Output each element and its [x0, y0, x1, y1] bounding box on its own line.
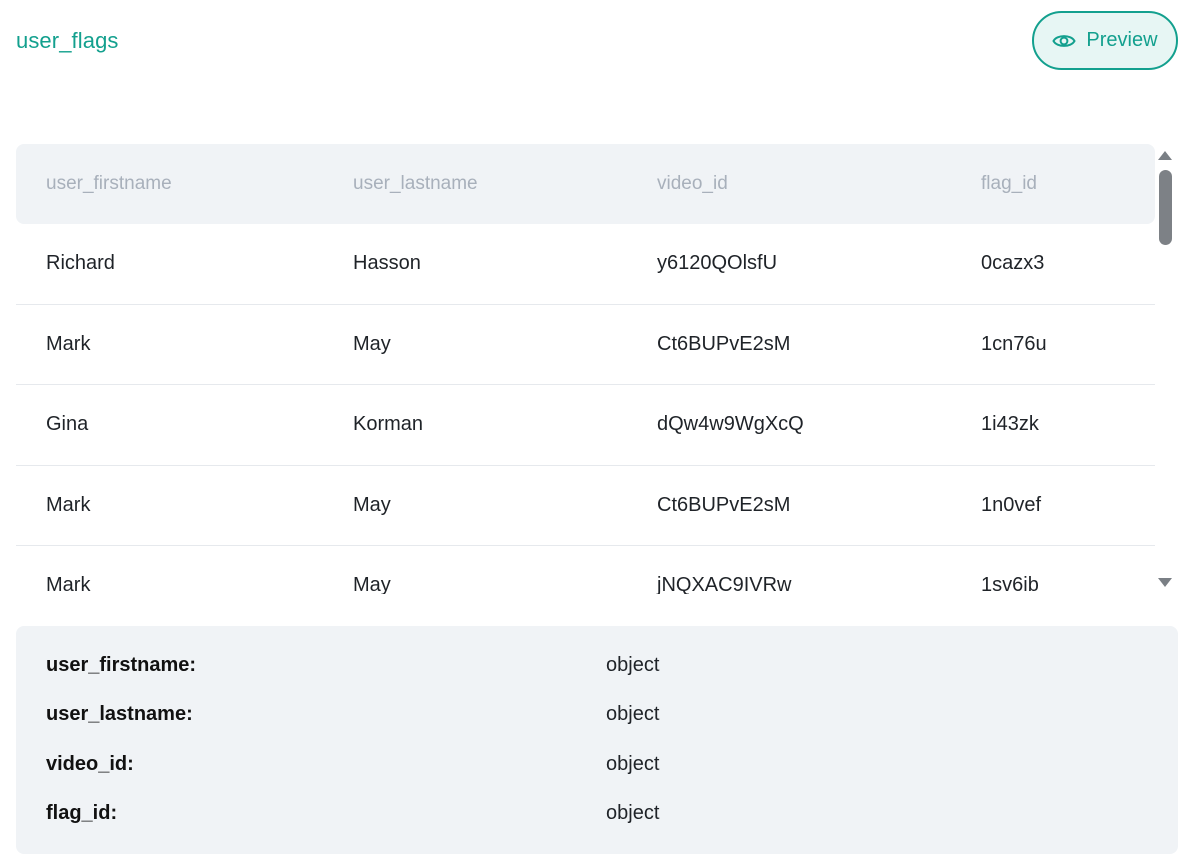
- cell-user-lastname: May: [353, 493, 391, 516]
- cell-video-id: dQw4w9WgXcQ: [657, 413, 804, 436]
- schema-field-type: object: [606, 802, 660, 824]
- table-header: user_firstname user_lastname video_id fl…: [16, 144, 1155, 224]
- schema-row: user_firstname: object: [16, 654, 1178, 684]
- schema-field-name: user_firstname:: [46, 654, 197, 676]
- cell-user-firstname: Mark: [46, 332, 91, 355]
- column-header-video-id[interactable]: video_id: [657, 173, 728, 195]
- table-row[interactable]: Mark May Ct6BUPvE2sM 1cn76u: [16, 305, 1155, 385]
- cell-flag-id: 1i43zk: [981, 413, 1039, 436]
- cell-user-lastname: Korman: [353, 413, 424, 436]
- cell-user-lastname: Hasson: [353, 252, 421, 275]
- table-row[interactable]: Mark May Ct6BUPvE2sM 1n0vef: [16, 466, 1155, 546]
- schema-field-type: object: [606, 654, 660, 676]
- scroll-down-arrow-icon[interactable]: [1158, 578, 1172, 587]
- table-row[interactable]: Gina Korman dQw4w9WgXcQ 1i43zk: [16, 385, 1155, 466]
- cell-user-firstname: Mark: [46, 574, 91, 594]
- table-row[interactable]: Mark May jNQXAC9IVRw 1sv6ib: [16, 546, 1155, 594]
- cell-video-id: y6120QOlsfU: [657, 252, 778, 275]
- cell-video-id: Ct6BUPvE2sM: [657, 493, 791, 516]
- table-scrollbar[interactable]: [1157, 146, 1175, 592]
- page-title: user_flags: [16, 28, 119, 53]
- column-header-flag-id[interactable]: flag_id: [981, 173, 1037, 195]
- cell-user-firstname: Richard: [46, 252, 115, 275]
- cell-user-firstname: Mark: [46, 493, 91, 516]
- preview-button-label: Preview: [1086, 29, 1158, 51]
- schema-panel: user_firstname: object user_lastname: ob…: [16, 626, 1178, 854]
- cell-video-id: Ct6BUPvE2sM: [657, 332, 791, 355]
- schema-field-name: user_lastname:: [46, 703, 193, 725]
- column-header-user-lastname[interactable]: user_lastname: [353, 173, 478, 195]
- schema-field-name: flag_id:: [46, 802, 118, 824]
- scroll-thumb[interactable]: [1159, 170, 1172, 245]
- schema-row: video_id: object: [16, 753, 1178, 783]
- schema-row: flag_id: object: [16, 802, 1178, 832]
- cell-flag-id: 1n0vef: [981, 493, 1042, 516]
- cell-flag-id: 1sv6ib: [981, 574, 1039, 594]
- preview-button[interactable]: Preview: [1032, 11, 1178, 70]
- schema-field-type: object: [606, 753, 660, 775]
- column-header-user-firstname[interactable]: user_firstname: [46, 173, 172, 195]
- schema-field-name: video_id:: [46, 753, 134, 775]
- table-row[interactable]: Richard Hasson y6120QOlsfU 0cazx3: [16, 224, 1155, 305]
- schema-row: user_lastname: object: [16, 703, 1178, 733]
- cell-user-lastname: May: [353, 332, 391, 355]
- cell-user-lastname: May: [353, 574, 391, 594]
- cell-user-firstname: Gina: [46, 413, 89, 436]
- cell-flag-id: 0cazx3: [981, 252, 1045, 275]
- schema-field-type: object: [606, 703, 660, 725]
- cell-video-id: jNQXAC9IVRw: [657, 574, 792, 594]
- eye-icon: [1052, 32, 1077, 50]
- data-table: user_firstname user_lastname video_id fl…: [16, 144, 1155, 594]
- scroll-up-arrow-icon[interactable]: [1158, 151, 1172, 160]
- cell-flag-id: 1cn76u: [981, 332, 1047, 355]
